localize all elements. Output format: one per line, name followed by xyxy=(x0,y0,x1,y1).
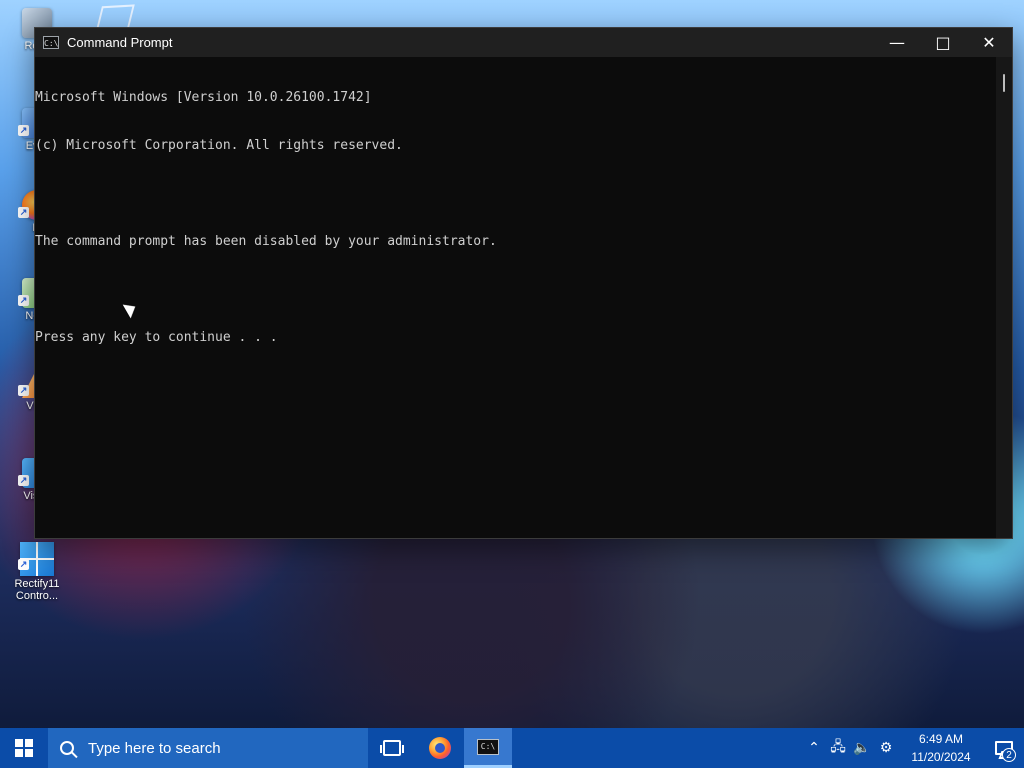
notification-count-badge: 2 xyxy=(1002,748,1016,762)
firefox-taskbar-button[interactable] xyxy=(416,728,464,768)
window-title: Command Prompt xyxy=(67,35,173,50)
windows-logo-icon xyxy=(15,739,33,757)
rectify-control-shortcut-icon[interactable]: ↗ Rectify11 Contro... xyxy=(4,542,70,624)
shortcut-arrow-icon: ↗ xyxy=(18,385,29,396)
shortcut-arrow-icon: ↗ xyxy=(18,559,29,570)
volume-icon[interactable]: 🔈 xyxy=(850,728,874,768)
taskbar-clock[interactable]: 6:49 AM 11/20/2024 xyxy=(898,728,984,768)
close-button[interactable]: ✕ xyxy=(966,28,1012,57)
command-prompt-window[interactable]: C:\ Command Prompt — □ ✕ Microsoft Windo… xyxy=(34,27,1013,539)
desktop-icon-label: Rectify11 Contro... xyxy=(14,578,60,602)
firefox-icon xyxy=(429,737,451,759)
settings-icon[interactable]: ⚙ xyxy=(874,728,898,768)
console-line-version: Microsoft Windows [Version 10.0.26100.17… xyxy=(35,90,372,105)
command-prompt-taskbar-button[interactable]: C:\ xyxy=(464,728,512,768)
clock-date: 11/20/2024 xyxy=(911,750,971,764)
maximize-button[interactable]: □ xyxy=(920,28,966,57)
minimize-button[interactable]: — xyxy=(874,28,920,57)
network-icon[interactable]: 🖧 xyxy=(826,728,850,768)
start-button[interactable] xyxy=(0,728,48,768)
vertical-scrollbar[interactable] xyxy=(996,57,1012,538)
search-icon xyxy=(60,741,74,755)
window-titlebar[interactable]: C:\ Command Prompt — □ ✕ xyxy=(35,28,1012,57)
taskbar-search-box[interactable]: Type here to search xyxy=(48,728,368,768)
shortcut-arrow-icon: ↗ xyxy=(18,475,29,486)
system-tray: ⌃ 🖧 🔈 ⚙ 6:49 AM 11/20/2024 2 xyxy=(802,728,1024,768)
scroll-thumb[interactable] xyxy=(1003,74,1005,92)
console-line-continue-prompt: Press any key to continue . . . xyxy=(35,330,278,345)
command-prompt-icon: C:\ xyxy=(477,738,499,755)
task-view-button[interactable] xyxy=(368,728,416,768)
console-line-disabled-message: The command prompt has been disabled by … xyxy=(35,234,497,249)
console-line-copyright: (c) Microsoft Corporation. All rights re… xyxy=(35,138,403,153)
window-controls: — □ ✕ xyxy=(874,28,1012,57)
shortcut-arrow-icon: ↗ xyxy=(18,207,29,218)
taskbar: Type here to search C:\ ⌃ 🖧 🔈 ⚙ 6:49 AM … xyxy=(0,728,1024,768)
shortcut-arrow-icon: ↗ xyxy=(18,125,29,136)
notification-center-button[interactable]: 2 xyxy=(984,728,1024,768)
shortcut-arrow-icon: ↗ xyxy=(18,295,29,306)
show-hidden-icons-button[interactable]: ⌃ xyxy=(802,728,826,768)
search-placeholder: Type here to search xyxy=(88,739,221,757)
console-output[interactable]: Microsoft Windows [Version 10.0.26100.17… xyxy=(35,57,996,538)
command-prompt-icon: C:\ xyxy=(43,36,59,49)
task-view-icon xyxy=(380,740,404,756)
clock-time: 6:49 AM xyxy=(918,732,964,746)
